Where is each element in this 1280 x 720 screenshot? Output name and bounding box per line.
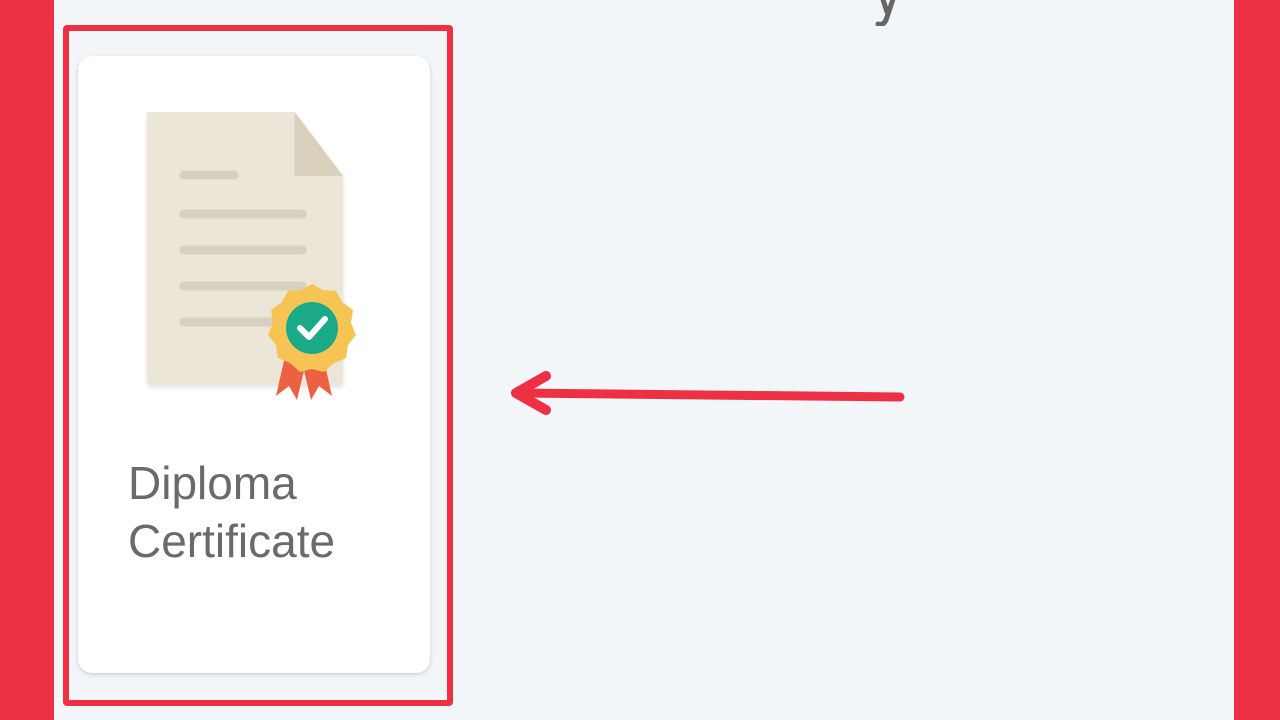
red-frame: Diploma Certificate xyxy=(0,0,1280,720)
card-title: Diploma Certificate xyxy=(128,454,418,570)
cut-off-text-fragment xyxy=(874,0,906,26)
card-title-line-2: Certificate xyxy=(128,515,336,567)
diploma-certificate-card[interactable]: Diploma Certificate xyxy=(78,56,430,673)
app-screen: Diploma Certificate xyxy=(54,0,1234,720)
card-title-line-1: Diploma xyxy=(128,457,297,509)
certificate-document-icon xyxy=(138,108,378,408)
